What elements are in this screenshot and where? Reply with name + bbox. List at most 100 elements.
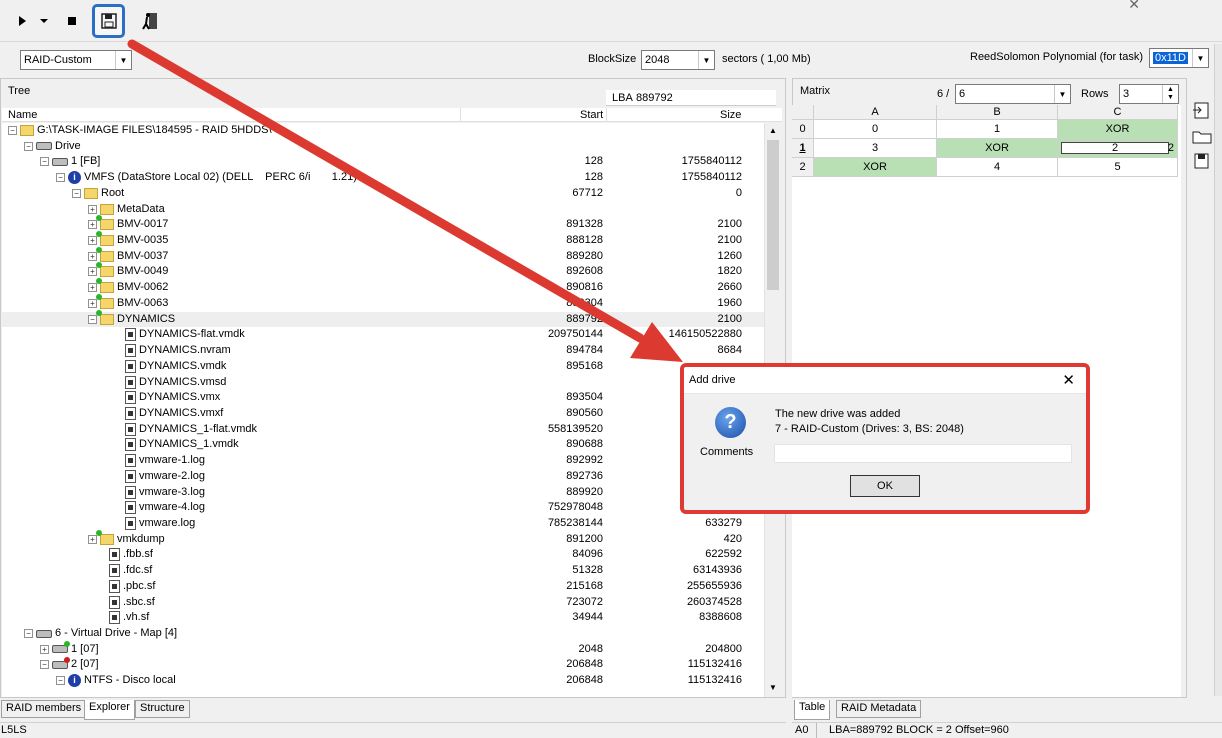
right-edge-scrollbar[interactable] (1214, 44, 1222, 696)
ok-button[interactable]: OK (850, 475, 920, 497)
column-size-header[interactable]: Size (720, 109, 741, 121)
tree-row[interactable]: .vh.sf 34944 8388608 (2, 610, 764, 626)
tree-row[interactable]: DYNAMICS_1.vmdk 890688 (2, 437, 764, 453)
expand-icon[interactable]: + (40, 644, 49, 654)
matrix-cell[interactable]: 5 (1058, 158, 1178, 177)
column-start-header[interactable]: Start (580, 109, 603, 121)
expand-icon[interactable]: + (88, 204, 97, 214)
collapse-icon[interactable]: − (40, 157, 49, 167)
tree-row[interactable]: .fdc.sf 51328 63143936 (2, 563, 764, 579)
rows-stepper[interactable]: 3 ▲ ▼ (1119, 84, 1179, 104)
stepper-arrows-icon[interactable]: ▲ ▼ (1162, 85, 1178, 103)
stop-icon[interactable] (59, 7, 85, 35)
tree-row[interactable]: + BMV-0017 891328 2100 (2, 215, 764, 233)
chevron-down-icon[interactable] (35, 7, 53, 35)
tree-row[interactable]: vmware.log 785238144 633279 (2, 516, 764, 532)
tree-row[interactable]: DYNAMICS_1-flat.vmdk5581395204 (2, 422, 764, 438)
chevron-up-icon[interactable]: ▲ (769, 126, 777, 135)
tree-row[interactable]: DYNAMICS-flat.vmdk 209750144 146150522880 (2, 327, 764, 343)
tree-row[interactable]: − i NTFS - Disco local 206848 115132416 (2, 673, 764, 689)
matrix-cell[interactable]: 0 (814, 120, 937, 139)
play-icon[interactable] (9, 7, 35, 35)
tree-row[interactable]: + BMV-0035 888128 2100 (2, 231, 764, 249)
save-button[interactable] (92, 4, 125, 38)
scrollbar-thumb[interactable] (767, 140, 779, 290)
tree-row[interactable]: .pbc.sf 215168 255655936 (2, 579, 764, 595)
tree-row[interactable]: + BMV-0049 892608 1820 (2, 262, 764, 280)
exit-icon[interactable] (137, 7, 163, 35)
tree-row[interactable]: .sbc.sf 723072 260374528 (2, 595, 764, 611)
chevron-down-icon[interactable]: ▼ (769, 683, 777, 692)
tab-structure[interactable]: Structure (135, 700, 190, 718)
matrix-cell-xor[interactable]: XOR (1058, 120, 1178, 139)
tree-row[interactable]: − G:\TASK-IMAGE FILES\184595 - RAID 5HDDS… (2, 123, 764, 139)
expand-icon[interactable]: + (88, 251, 97, 261)
column-name-header[interactable]: Name (8, 109, 37, 121)
tree-row[interactable]: + BMV-0063 890304 1960 (2, 293, 764, 312)
raid-type-select[interactable]: RAID-Custom ▼ (20, 50, 132, 70)
drives-select[interactable]: 6 ▼ (955, 84, 1071, 104)
tab-raid-metadata[interactable]: RAID Metadata (836, 700, 922, 718)
collapse-icon[interactable]: − (56, 676, 65, 686)
open-folder-icon[interactable] (1191, 127, 1213, 148)
expand-icon[interactable]: + (88, 298, 97, 308)
tree-row[interactable]: vmware-4.log 752978048 (2, 500, 764, 516)
tree-row[interactable]: vmware-2.log 892736 (2, 469, 764, 485)
tree-row[interactable]: − DYNAMICS 889792 2100 (2, 309, 764, 328)
collapse-icon[interactable]: − (72, 188, 81, 198)
save-config-icon[interactable] (1191, 152, 1213, 173)
matrix-cell-xor[interactable]: XOR (937, 139, 1058, 158)
cell-editor-input[interactable]: 2 (1061, 142, 1169, 154)
matrix-cell-xor[interactable]: XOR (814, 158, 937, 177)
tree-row[interactable]: DYNAMICS.vmdk 895168 (2, 359, 764, 375)
expand-icon[interactable]: + (88, 236, 97, 246)
tree-row[interactable]: + BMV-0062 890816 2660 (2, 278, 764, 296)
tree-row[interactable]: DYNAMICS.vmx 893504 (2, 390, 764, 406)
rs-polynomial-select[interactable]: 0x11D ▼ (1149, 48, 1209, 68)
tree-row[interactable]: DYNAMICS.nvram 894784 8684 (2, 343, 764, 359)
collapse-icon[interactable]: − (24, 629, 33, 639)
tree-row[interactable]: DYNAMICS.vmxf 890560 (2, 406, 764, 422)
tree-row[interactable]: − 1 [FB] 128 1755840112 (2, 154, 764, 170)
blocksize-select[interactable]: 2048 ▼ (641, 50, 715, 70)
comments-input[interactable] (774, 444, 1072, 463)
tree-row[interactable]: − i VMFS (DataStore Local 02) (DELL PERC 6… (2, 170, 764, 186)
tree-row[interactable]: − Drive (2, 139, 764, 155)
tree-row[interactable]: vmware-3.log 889920 (2, 485, 764, 501)
tree-row-label: BMV-0017 (117, 218, 169, 231)
tree-row-label: vmware.log (139, 517, 196, 529)
tree-row[interactable]: − 2 [07] 206848 115132416 (2, 656, 764, 673)
file-icon (125, 344, 136, 358)
tree-row[interactable]: vmware-1.log 892992 (2, 453, 764, 469)
tab-table[interactable]: Table (794, 700, 831, 720)
tree-row-name: vmware-4.log (120, 500, 205, 515)
expand-icon[interactable]: + (88, 283, 97, 293)
matrix-cell[interactable]: 4 (937, 158, 1058, 177)
tree-row[interactable]: + BMV-0037 889280 1260 (2, 246, 764, 265)
expand-icon[interactable]: + (88, 267, 97, 277)
tree-row[interactable]: DYNAMICS.vmsd (2, 375, 764, 391)
collapse-icon[interactable]: − (40, 660, 49, 670)
matrix-cell[interactable]: 3 (814, 139, 937, 158)
tree-row[interactable]: − Root 67712 0 (2, 186, 764, 202)
tree-row[interactable]: +1 [07] 2048 204800 (2, 641, 764, 658)
expand-icon[interactable]: + (88, 534, 97, 544)
tree-row[interactable]: + vmkdump 891200 420 (2, 529, 764, 548)
close-icon[interactable]: ✕ (1062, 371, 1075, 389)
close-icon[interactable]: ✕ (1128, 0, 1140, 13)
root-folder-icon (84, 187, 98, 199)
collapse-icon[interactable]: − (8, 126, 17, 135)
tree-row-label: BMV-0062 (117, 281, 169, 294)
tree-row[interactable]: .fbb.sf 84096 622592 (2, 547, 764, 563)
collapse-icon[interactable]: − (88, 314, 97, 324)
tab-raid-members[interactable]: RAID members (1, 700, 87, 718)
tree-row[interactable]: + MetaData (2, 202, 764, 218)
expand-icon[interactable]: + (88, 220, 97, 230)
import-config-icon[interactable] (1191, 100, 1213, 123)
collapse-icon[interactable]: − (24, 141, 33, 151)
matrix-cell[interactable]: 1 (937, 120, 1058, 139)
tree-row[interactable]: − 6 - Virtual Drive - Map [4] (2, 626, 764, 642)
collapse-icon[interactable]: − (56, 173, 65, 183)
tab-explorer[interactable]: Explorer (84, 700, 135, 720)
matrix-cell-editing[interactable]: 2 2 (1058, 139, 1178, 158)
